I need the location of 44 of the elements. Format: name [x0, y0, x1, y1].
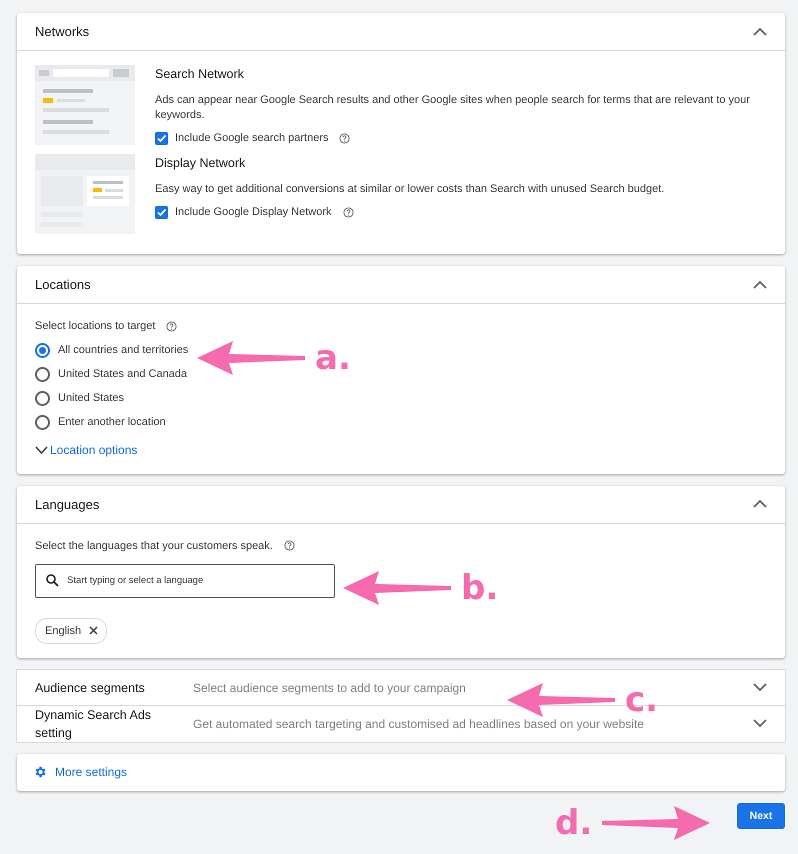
language-chip[interactable]: English: [35, 618, 108, 644]
section-title: Languages: [35, 496, 100, 512]
collapse-chevron-icon[interactable]: [753, 280, 767, 288]
help-icon[interactable]: [284, 540, 295, 551]
radio-label: United States: [58, 392, 124, 404]
location-options-link[interactable]: Location options: [35, 443, 138, 457]
radio-button[interactable]: [35, 390, 50, 406]
radio-label: United States and Canada: [58, 368, 188, 380]
checkbox-label: Include Google Display Network: [175, 206, 332, 218]
help-icon[interactable]: [342, 206, 354, 218]
radio-label: Enter another location: [58, 416, 166, 428]
section-title: Locations: [35, 277, 91, 292]
network-description: Ads can appear near Google Search results and other Google sites when people search for terms that are relevant to your keywords.: [155, 93, 751, 123]
next-button[interactable]: Next: [737, 802, 785, 828]
section-title: Dynamic Search Ads setting: [35, 706, 152, 742]
remove-icon[interactable]: [89, 626, 98, 635]
more-settings-link[interactable]: More settings: [33, 765, 128, 779]
checkbox[interactable]: [155, 206, 168, 218]
radio-button[interactable]: [35, 342, 50, 358]
language-search-field[interactable]: Start typing or select a language: [35, 564, 335, 598]
section-title: Audience segments: [35, 680, 146, 696]
radio-button[interactable]: [35, 366, 50, 382]
network-title: Search Network: [155, 67, 245, 81]
help-icon[interactable]: [166, 320, 178, 332]
expand-chevron-icon[interactable]: [753, 682, 767, 692]
annotation-letter: d.: [555, 803, 592, 843]
annotation-letter: b.: [461, 568, 498, 608]
section-summary: Select audience segments to add to your campaign: [193, 680, 467, 694]
radio-label: All countries and territories: [58, 344, 188, 356]
network-description: Easy way to get additional conversions at similar or lower costs than Search with unused Search budget.: [155, 182, 666, 197]
section-title: Networks: [35, 24, 90, 39]
expand-chevron-icon[interactable]: [753, 718, 767, 728]
chevron-down-icon: [35, 446, 48, 454]
collapse-chevron-icon[interactable]: [753, 26, 767, 36]
help-icon[interactable]: [339, 132, 350, 144]
field-prompt: Select locations to target: [35, 320, 156, 332]
gear-icon: [33, 765, 47, 779]
collapse-chevron-icon[interactable]: [753, 499, 767, 508]
network-title: Display Network: [155, 156, 246, 170]
checkbox-label: Include Google search partners: [175, 132, 328, 144]
annotation-letter: a.: [315, 338, 351, 378]
field-prompt: Select the languages that your customers speak.: [35, 540, 273, 552]
checkbox[interactable]: [155, 132, 168, 144]
radio-button[interactable]: [35, 414, 50, 430]
